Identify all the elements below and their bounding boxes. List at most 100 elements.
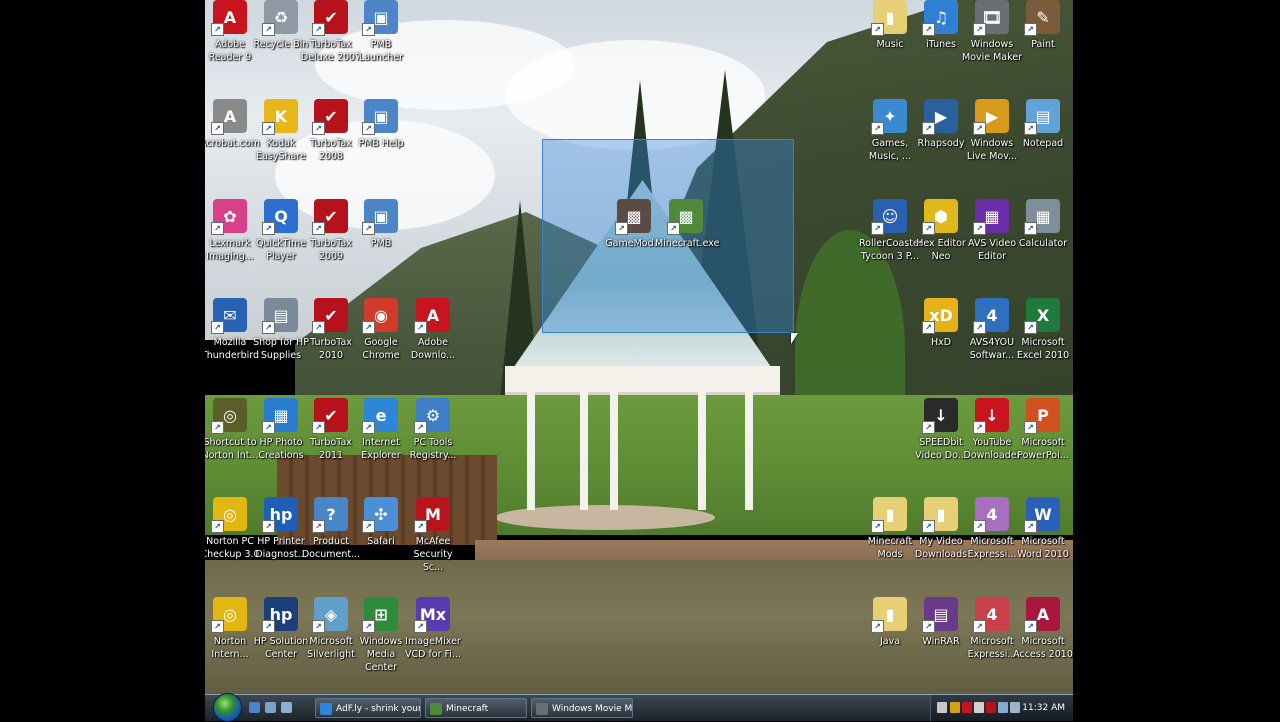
desktop-shortcut[interactable]: ▣ ↗ PMB: [350, 199, 412, 250]
games-icon: ✦ ↗: [871, 99, 907, 135]
desktop-shortcut[interactable]: X ↗ Microsoft Excel 2010: [1012, 298, 1073, 362]
imagemixer-icon: Mx ↗: [414, 597, 450, 633]
shortcut-arrow-icon: ↗: [871, 620, 884, 633]
icon-glyph: A: [223, 7, 237, 27]
shortcut-arrow-icon: ↗: [922, 421, 935, 434]
shortcut-arrow-icon: ↗: [1024, 23, 1037, 36]
icon-glyph: ✔: [324, 305, 338, 325]
volume-icon[interactable]: [1010, 702, 1020, 713]
desktop-shortcut[interactable]: ▦ ↗ Calculator: [1012, 199, 1073, 250]
shortcut-arrow-icon: ↗: [667, 222, 680, 235]
shortcut-arrow-icon: ↗: [211, 321, 224, 334]
rollercoaster-icon: ☺ ↗: [871, 199, 907, 235]
desktop-shortcut[interactable]: A ↗ Microsoft Access 2010: [1012, 597, 1073, 661]
taskbar-button[interactable]: AdF.ly - shrink your ...: [315, 698, 421, 718]
wallpaper-gazebo-pillar: [610, 392, 618, 510]
shortcut-arrow-icon: ↗: [1024, 520, 1037, 533]
folder-icon: ▮ ↗: [871, 0, 907, 36]
shortcut-arrow-icon: ↗: [362, 222, 375, 235]
start-button[interactable]: [213, 693, 242, 722]
shortcut-arrow-icon: ↗: [362, 122, 375, 135]
shortcut-arrow-icon: ↗: [414, 520, 427, 533]
winrar-icon: ▤ ↗: [922, 597, 958, 633]
icon-glyph: ⊞: [374, 604, 388, 624]
icon-glyph: Q: [274, 206, 288, 226]
paint-icon: ✎ ↗: [1024, 0, 1060, 36]
system-clock[interactable]: 11:32 AM: [1022, 695, 1065, 721]
shortcut-arrow-icon: ↗: [922, 222, 935, 235]
expression-icon: 4 ↗: [973, 597, 1009, 633]
quick-launch-icon[interactable]: [281, 702, 292, 713]
rhapsody-icon: ▶ ↗: [922, 99, 958, 135]
taskbar-button[interactable]: Windows Movie Ma...: [531, 698, 633, 718]
shortcut-arrow-icon: ↗: [922, 520, 935, 533]
taskbar-button[interactable]: Minecraft: [425, 698, 527, 718]
kodak-icon: K ↗: [262, 99, 298, 135]
desktop-shortcut[interactable]: W ↗ Microsoft Word 2010: [1012, 497, 1073, 561]
shortcut-arrow-icon: ↗: [973, 421, 986, 434]
tray-icon[interactable]: [962, 702, 972, 713]
expression-icon: 4 ↗: [973, 497, 1009, 533]
shortcut-arrow-icon: ↗: [312, 421, 325, 434]
icon-glyph: ♻: [273, 7, 289, 27]
tray-icon[interactable]: [986, 702, 996, 713]
shortcut-arrow-icon: ↗: [414, 421, 427, 434]
tray-icon[interactable]: [950, 702, 960, 713]
icon-glyph: ▮: [885, 504, 895, 524]
tray-chevron-icon[interactable]: [937, 702, 947, 713]
desktop-shortcut[interactable]: Mx ↗ ImageMixer VCD for Fi...: [402, 597, 464, 661]
switch-windows-icon[interactable]: [265, 702, 276, 713]
icon-glyph: K: [274, 106, 288, 126]
desktop-shortcut[interactable]: M ↗ McAfee Security Sc...: [402, 497, 464, 574]
shortcut-arrow-icon: ↗: [262, 620, 275, 633]
icon-glyph: ◎: [223, 504, 237, 524]
calculator-icon: ▦ ↗: [1024, 199, 1060, 235]
desktop-shortcut-label: Adobe Downlo...: [410, 337, 456, 361]
shortcut-arrow-icon: ↗: [312, 23, 325, 36]
shortcut-arrow-icon: ↗: [262, 321, 275, 334]
shortcut-arrow-icon: ↗: [871, 222, 884, 235]
icon-glyph: ▦: [1035, 206, 1051, 226]
shortcut-arrow-icon: ↗: [922, 23, 935, 36]
desktop-shortcut[interactable]: ▤ ↗ Notepad: [1012, 99, 1073, 150]
adobe-download-icon: A ↗: [414, 298, 450, 334]
turbotax-icon: ✔ ↗: [312, 0, 348, 36]
desktop-shortcut[interactable]: P ↗ Microsoft PowerPoi...: [1012, 398, 1073, 462]
network-icon[interactable]: [998, 702, 1008, 713]
taskbar-button-label: AdF.ly - shrink your ...: [336, 704, 421, 714]
folder-icon: ▮ ↗: [922, 497, 958, 533]
icon-glyph: ▣: [373, 206, 389, 226]
desktop-shortcut[interactable]: ⚙ ↗ PC Tools Registry...: [402, 398, 464, 462]
photo-icon: ▦ ↗: [262, 398, 298, 434]
hp-icon: hp ↗: [262, 597, 298, 633]
desktop-shortcut[interactable]: A ↗ Adobe Downlo...: [402, 298, 464, 362]
norton-icon: ◎ ↗: [211, 597, 247, 633]
shortcut-arrow-icon: ↗: [312, 222, 325, 235]
desktop-shortcut[interactable]: ▩ ↗ Minecraft.exe: [655, 199, 719, 250]
icon-glyph: ✎: [1036, 7, 1050, 27]
icon-glyph: ▮: [885, 7, 895, 27]
desktop-shortcut[interactable]: ▣ ↗ PMB Help: [350, 99, 412, 150]
icon-glyph: ✔: [324, 206, 338, 226]
icon-glyph: ▦: [984, 206, 1000, 226]
thunderbird-icon: ✉ ↗: [211, 298, 247, 334]
shortcut-arrow-icon: ↗: [211, 23, 224, 36]
desktop-shortcut-label: PC Tools Registry...: [409, 437, 457, 461]
desktop[interactable]: A ↗ Adobe Reader 9 ♻ ↗ Recycle Bin ✔ ↗ TurboTax …: [205, 0, 1073, 720]
desktop-shortcut-label: Microsoft Access 2010: [1013, 636, 1073, 660]
tray-icon[interactable]: [974, 702, 984, 713]
desktop-shortcut[interactable]: ✎ ↗ Paint: [1012, 0, 1073, 51]
shortcut-arrow-icon: ↗: [211, 222, 224, 235]
movie-maker-icon: 🎞 ↗: [973, 0, 1009, 36]
icon-glyph: ▦: [273, 405, 289, 425]
desktop-shortcut[interactable]: ▣ ↗ PMB Launcher: [350, 0, 412, 64]
icon-glyph: ▶: [934, 106, 948, 126]
desktop-shortcut-label: PMB: [370, 238, 392, 249]
shortcut-arrow-icon: ↗: [312, 520, 325, 533]
wallpaper-gazebo-pillar: [698, 392, 706, 510]
show-desktop-icon[interactable]: [249, 702, 260, 713]
minecraft-grass-icon: ▩ ↗: [667, 199, 703, 235]
notepad-icon: ▤ ↗: [1024, 99, 1060, 135]
wallpaper-gazebo-pillar: [580, 392, 588, 510]
hxd-icon: xD ↗: [922, 298, 958, 334]
